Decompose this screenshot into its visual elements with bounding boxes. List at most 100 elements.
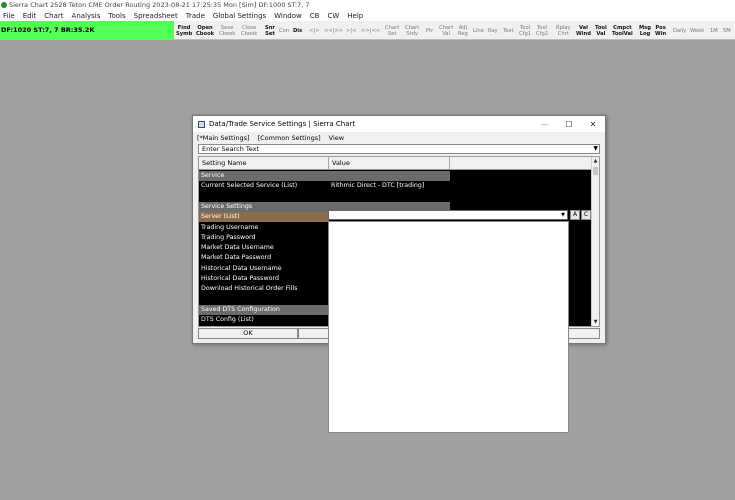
toolbar-button-chart-stdy[interactable]: Chart Stdy [405,23,419,39]
toolbar-button-adj-reg[interactable]: Adj Reg [458,23,468,39]
menu-spreadsheet[interactable]: Spreadsheet [131,12,183,20]
toolbar-button-open-cbook[interactable]: Open Cbook [196,23,214,39]
menu-file[interactable]: File [0,12,20,20]
toolbar-button-ray[interactable]: Ray [488,23,498,39]
menu-edit[interactable]: Edit [20,12,42,20]
main-toolbar: DF:1020 ST:7, 7 BR:35.2K Find Symb Open Cbo… [0,21,735,40]
toolbar-label: Text [503,28,514,34]
toolbar-button-cmpct-toolval[interactable]: Cmpct ToolVal [612,23,633,39]
menu-cw[interactable]: CW [324,12,344,20]
menu-tools[interactable]: Tools [105,12,130,20]
setting-name: Saved DTS Configuration [199,304,329,315]
toolbar-button--[interactable]: >|< [346,23,356,39]
ok-button[interactable]: OK [198,328,298,339]
menu-trade[interactable]: Trade [183,12,210,20]
setting-name [199,295,329,305]
setting-row-current-selected-service-list[interactable]: Current Selected Service (List) Rithmic D… [199,181,592,191]
toolbar-label: Cfg1 [519,31,532,37]
search-input[interactable]: Enter Search Text ▼ [198,144,600,154]
grid-header: Setting Name Value [199,157,599,170]
toolbar-label: Log [639,31,651,37]
server-list-combobox[interactable]: ▼ [328,210,568,220]
toolbar-label: Cbook [219,31,236,37]
toolbar-label: Reg [458,31,468,37]
close-icon[interactable]: ✕ [581,116,605,132]
toolbar-button-tool-cfg2[interactable]: Tool Cfg2 [536,23,548,39]
toolbar-button-save-cbook[interactable]: Save Cbook [219,23,235,39]
server-dropdown-list[interactable] [328,221,569,433]
toolbar-label: Dis [293,28,303,34]
menu-window[interactable]: Window [271,12,307,20]
column-setting-name[interactable]: Setting Name [199,157,329,169]
setting-value [329,192,450,202]
toolbar-button-close-cbook[interactable]: Close Cbook [241,23,257,39]
maximize-icon[interactable]: ☐ [557,116,581,132]
setting-value[interactable]: Rithmic Direct - DTC [trading] [329,181,450,191]
menu-global-settings[interactable]: Global Settings [210,12,271,20]
minimize-icon[interactable]: — [533,116,557,132]
toolbar-button-find-symb[interactable]: Find Symb [176,23,192,39]
setting-name: DTS Config (List) [201,316,254,324]
c-button[interactable]: C [581,210,591,220]
toolbar-button--[interactable]: >>|<< [361,23,380,39]
dialog-menu-view[interactable]: View [325,134,348,142]
setting-name: Service Settings [199,201,329,212]
setting-name: Market Data Username [201,244,274,252]
app-title-bar: Sierra Chart 2528 Teton CME Order Routin… [0,0,735,10]
toolbar-button-5m[interactable]: 5M [723,23,731,39]
setting-name: Market Data Password [201,254,272,262]
scroll-up-icon[interactable]: ▲ [592,157,599,165]
search-dropdown-arrow-icon[interactable]: ▼ [593,145,598,153]
toolbar-label: Wind [576,31,591,37]
toolbar-label: <|> [309,28,320,34]
toolbar-button-ptr[interactable]: Ptr [426,23,433,39]
toolbar-button-val-wind[interactable]: Val Wind [576,23,591,39]
toolbar-button-con[interactable]: Con [279,23,289,39]
toolbar-button--[interactable]: <<|>> [324,23,343,39]
scroll-down-icon[interactable]: ▼ [592,318,599,326]
toolbar-button-dis[interactable]: Dis [293,23,302,39]
toolbar-button-week[interactable]: Week [690,23,704,39]
toolbar-button--[interactable]: <|> [309,23,319,39]
toolbar-button-tool-cfg1[interactable]: Tool Cfg1 [519,23,531,39]
toolbar-button-rplay-chrt[interactable]: Rplay Chrt [556,23,571,39]
toolbar-label: Symb [176,31,193,37]
toolbar-button-snr-set[interactable]: Snr Set [265,23,275,39]
section-row-service: Service [199,171,592,181]
setting-name: Trading Username [201,223,259,231]
a-button[interactable]: A [570,210,580,220]
toolbar-button-1m[interactable]: 1M [710,23,718,39]
toolbar-button-line[interactable]: Line [473,23,484,39]
toolbar-label: Week [690,28,705,34]
menu-bar: File Edit Chart Analysis Tools Spreadsheet Tra… [0,10,735,21]
toolbar-button-pos-win[interactable]: Pos Win [655,23,666,39]
setting-name: Download Historical Order Fills [201,285,298,293]
toolbar-button-chart-set[interactable]: Chart Set [385,23,399,39]
toolbar-button-daily[interactable]: Daily [673,23,686,39]
toolbar-button-text[interactable]: Text [503,23,514,39]
dialog-title-bar: Data/Trade Service Settings | Sierra Cha… [193,116,605,132]
setting-name: Historical Data Username [201,264,282,272]
toolbar-label: Daily [673,28,687,34]
toolbar-label: Cbook [241,31,258,37]
column-value[interactable]: Value [329,157,450,169]
toolbar-button-tool-val[interactable]: Tool Val [595,23,607,39]
dialog-menu: [*Main Settings] [Common Settings] View [193,133,348,143]
setting-name: Trading Password [201,233,256,241]
toolbar-button-msg-log[interactable]: Msg Log [639,23,651,39]
app-title: Sierra Chart 2528 Teton CME Order Routin… [9,1,310,9]
search-placeholder: Enter Search Text [202,145,260,153]
setting-row-blank [199,192,592,202]
dialog-menu-main-settings[interactable]: [*Main Settings] [193,134,254,142]
dialog-menu-common-settings[interactable]: [Common Settings] [254,134,325,142]
menu-help[interactable]: Help [344,12,368,20]
menu-cb[interactable]: CB [307,12,325,20]
scroll-thumb[interactable] [593,167,598,175]
menu-analysis[interactable]: Analysis [69,12,106,20]
grid-scrollbar[interactable]: ▲ ▼ [591,157,599,326]
toolbar-label: 5M [723,28,731,34]
toolbar-button-chart-val[interactable]: Chart Val [439,23,453,39]
toolbar-label: Set [265,31,275,37]
dropdown-arrow-icon[interactable]: ▼ [559,211,567,219]
menu-chart[interactable]: Chart [41,12,68,20]
